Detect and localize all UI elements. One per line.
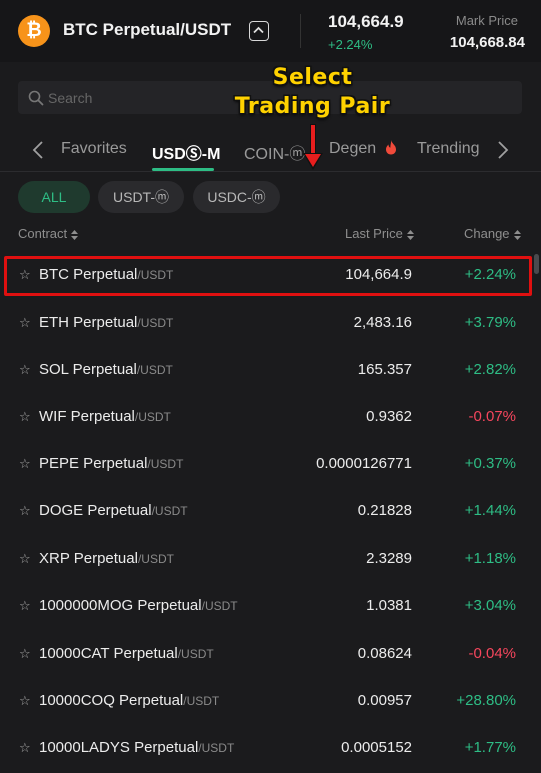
scrollbar-thumb[interactable] [534,254,539,274]
header-last-price: 104,664.9 [328,12,404,31]
filter-usdc-m[interactable]: USDC-ⓜ [193,181,280,213]
search-icon [28,90,44,106]
highlight-box [4,256,532,296]
mark-price-label: Mark Price [455,13,518,28]
contract-name: 10000COQ Perpetual/USDT [39,692,220,709]
table-row[interactable]: ☆ 10000LADYS Perpetual/USDT 0.0005152 +1… [0,725,530,772]
header-change: +2.24% [328,37,373,52]
mark-price-value: 104,668.84 [449,34,525,51]
last-price: 0.00957 [357,692,412,709]
sort-icon [513,229,521,240]
column-contract[interactable]: Contract [18,226,79,241]
last-price: 0.21828 [357,502,412,519]
star-icon[interactable]: ☆ [19,693,31,709]
star-icon[interactable]: ☆ [19,503,31,519]
column-change-label: Change [464,226,510,241]
contract-name: PEPE Perpetual/USDT [39,455,184,472]
table-row[interactable]: ☆ XRP Perpetual/USDT 2.3289 +1.18% [0,536,530,583]
last-price: 0.9362 [366,408,412,425]
last-price: 2.3289 [366,550,412,567]
price-change: +2.82% [464,361,516,378]
contract-name: WIF Perpetual/USDT [39,408,171,425]
contract-name: DOGE Perpetual/USDT [39,502,188,519]
last-price: 165.357 [357,361,412,378]
star-icon[interactable]: ☆ [19,409,31,425]
tab-degen[interactable]: Degen [329,140,397,158]
chevron-up-icon [253,26,264,34]
market-tabs: Favorites USDⓈ-M COIN-ⓜ Degen Trending [0,128,541,172]
price-change: +1.18% [464,550,516,567]
fire-icon [385,140,396,155]
star-icon[interactable]: ☆ [19,551,31,567]
last-price: 1.0381 [366,597,412,614]
chevron-right-icon[interactable] [496,140,510,160]
price-change: -0.07% [468,408,516,425]
star-icon[interactable]: ☆ [19,456,31,472]
tab-coin-m[interactable]: COIN-ⓜ [244,140,305,164]
table-row[interactable]: ☆ WIF Perpetual/USDT 0.9362 -0.07% [0,394,530,441]
star-icon[interactable]: ☆ [19,315,31,331]
tab-favorites[interactable]: Favorites [61,140,127,158]
star-icon[interactable]: ☆ [19,598,31,614]
table-row[interactable]: ☆ 10000CAT Perpetual/USDT 0.08624 -0.04% [0,631,530,678]
price-change: +28.80% [456,692,516,709]
table-row[interactable]: ☆ 10000COQ Perpetual/USDT 0.00957 +28.80… [0,678,530,725]
arrow-down-icon [303,124,323,170]
contract-name: ETH Perpetual/USDT [39,314,174,331]
price-change: +3.04% [464,597,516,614]
price-change: +1.77% [464,739,516,756]
star-icon[interactable]: ☆ [19,646,31,662]
filter-usdt-m[interactable]: USDT-ⓜ [98,181,184,213]
chevron-left-icon[interactable] [31,140,45,160]
last-price: 0.0005152 [341,739,412,756]
last-price: 0.08624 [357,645,412,662]
annotation-callout: Select Trading Pair [215,63,410,121]
filter-all[interactable]: ALL [18,181,90,213]
tab-degen-label: Degen [329,140,377,157]
tab-usds-m[interactable]: USDⓈ-M [152,140,220,164]
annotation-line-2: Trading Pair [234,94,391,119]
contract-name: SOL Perpetual/USDT [39,361,173,378]
table-row[interactable]: ☆ DOGE Perpetual/USDT 0.21828 +1.44% [0,488,530,535]
price-change: +1.44% [464,502,516,519]
table-row[interactable]: ☆ 1000000MOG Perpetual/USDT 1.0381 +3.04… [0,583,530,630]
column-change[interactable]: Change [464,226,521,241]
last-price: 0.0000126771 [316,455,412,472]
contract-name: XRP Perpetual/USDT [39,550,174,567]
pair-title[interactable]: BTC Perpetual/USDT [63,20,231,40]
pair-header: ₿ BTC Perpetual/USDT 104,664.9 +2.24% Ma… [0,0,541,62]
price-change: -0.04% [468,645,516,662]
sort-icon [71,229,79,240]
star-icon[interactable]: ☆ [19,740,31,756]
column-last-price-label: Last Price [345,226,403,241]
table-row[interactable]: ☆ PEPE Perpetual/USDT 0.0000126771 +0.37… [0,441,530,488]
price-change: +0.37% [464,455,516,472]
contract-name: 10000CAT Perpetual/USDT [39,645,214,662]
bitcoin-icon: ₿ [18,15,50,47]
active-tab-indicator [152,168,214,171]
column-contract-label: Contract [18,226,68,241]
sort-icon [406,229,414,240]
last-price: 2,483.16 [353,314,412,331]
column-last-price[interactable]: Last Price [345,226,414,241]
contract-name: 10000LADYS Perpetual/USDT [39,739,235,756]
contract-name: 1000000MOG Perpetual/USDT [39,597,238,614]
price-change: +3.79% [464,314,516,331]
table-row[interactable]: ☆ SOL Perpetual/USDT 165.357 +2.82% [0,347,530,394]
header-divider [300,14,301,48]
table-row[interactable]: ☆ ETH Perpetual/USDT 2,483.16 +3.79% [0,300,530,347]
tab-trending[interactable]: Trending [417,140,480,158]
pair-selector-toggle[interactable] [249,21,269,41]
star-icon[interactable]: ☆ [19,362,31,378]
annotation-line-1: Select [272,65,353,90]
